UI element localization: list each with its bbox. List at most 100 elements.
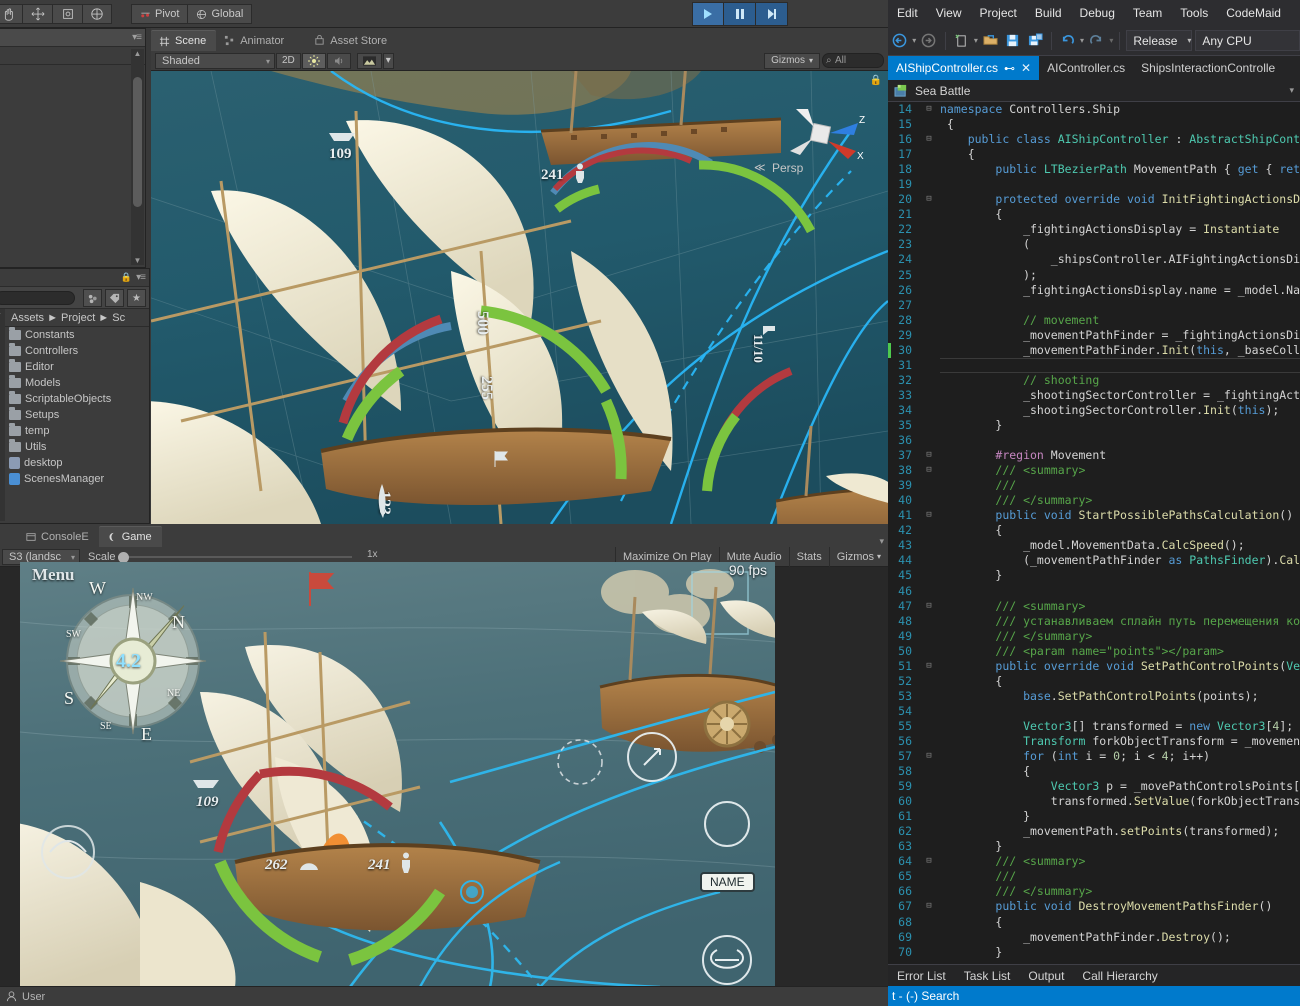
code-editor[interactable]: 14⊟namespace Controllers.Ship15 {16⊟ pub… bbox=[888, 102, 1300, 964]
tab-scene[interactable]: Scene bbox=[151, 30, 216, 51]
code-line[interactable]: 58 { bbox=[888, 764, 1300, 779]
hierarchy-row[interactable]: ActionsLayer bbox=[0, 191, 145, 208]
tab-console[interactable]: ConsoleE bbox=[18, 526, 99, 547]
lighting-icon[interactable] bbox=[302, 53, 326, 69]
scroll-up-icon[interactable]: ▲ bbox=[133, 49, 142, 58]
code-line[interactable]: 29 _movementPathFinder = _fightingAction… bbox=[888, 328, 1300, 343]
tab-aishipcontroller[interactable]: AIShipController.cs ⊷ ✕ bbox=[888, 56, 1039, 80]
save-all-icon[interactable] bbox=[1025, 30, 1044, 52]
code-fold-icon[interactable]: ⊟ bbox=[918, 192, 940, 207]
redo-icon[interactable] bbox=[1087, 30, 1106, 52]
effects-icon[interactable] bbox=[357, 53, 382, 69]
code-line[interactable]: 36 bbox=[888, 433, 1300, 448]
code-line[interactable]: 34 _shootingSectorController.Init(this); bbox=[888, 403, 1300, 418]
code-line[interactable]: 52 { bbox=[888, 674, 1300, 689]
code-line[interactable]: 18 public LTBezierPath MovementPath { ge… bbox=[888, 162, 1300, 177]
list-item[interactable]: Constants bbox=[9, 327, 135, 343]
open-file-icon[interactable] bbox=[981, 30, 1000, 52]
scale-tool-icon[interactable] bbox=[82, 4, 112, 24]
code-line[interactable]: 67⊟ public void DestroyMovementPathsFind… bbox=[888, 899, 1300, 914]
code-line[interactable]: 69 _movementPathFinder.Destroy(); bbox=[888, 930, 1300, 945]
project-nav-label[interactable]: Sea Battle bbox=[915, 84, 970, 98]
list-item[interactable]: Editor bbox=[9, 359, 135, 375]
code-fold-icon[interactable]: ⊟ bbox=[918, 132, 940, 147]
tab-animator[interactable]: Animator bbox=[216, 30, 294, 51]
favorites-star-icon[interactable]: ★ bbox=[127, 289, 146, 307]
code-line[interactable]: 64⊟ /// <summary> bbox=[888, 854, 1300, 869]
audio-icon[interactable] bbox=[327, 53, 351, 69]
filter-type-icon[interactable] bbox=[83, 289, 102, 307]
perspective-label[interactable]: Persp bbox=[772, 161, 803, 175]
platform-dropdown[interactable]: Any CPU bbox=[1195, 30, 1300, 51]
code-line[interactable]: 47⊟ /// <summary> bbox=[888, 599, 1300, 614]
code-line[interactable]: 62 _movementPath.setPoints(transformed); bbox=[888, 824, 1300, 839]
hierarchy-row[interactable]: rget bbox=[0, 115, 145, 132]
code-line[interactable]: 44 (_movementPathFinder as PathsFinder).… bbox=[888, 553, 1300, 568]
hierarchy-menu-icon[interactable]: ▾≡ bbox=[132, 32, 141, 43]
code-fold-icon[interactable]: ⊟ bbox=[918, 102, 940, 117]
menu-team[interactable]: Team bbox=[1124, 0, 1171, 26]
new-item-icon[interactable] bbox=[952, 30, 971, 52]
back-dropdown-icon[interactable]: ▾ bbox=[912, 36, 916, 45]
code-line[interactable]: 14⊟namespace Controllers.Ship bbox=[888, 102, 1300, 117]
pivot-button[interactable]: Pivot bbox=[131, 4, 188, 24]
code-line[interactable]: 19 bbox=[888, 177, 1300, 192]
move-tool-icon[interactable] bbox=[22, 4, 52, 24]
play-button[interactable] bbox=[692, 2, 724, 26]
list-item[interactable]: ScriptableObjects bbox=[9, 391, 135, 407]
effects-dropdown-icon[interactable]: ▾ bbox=[383, 53, 394, 69]
project-scroll-up-icon[interactable]: ▲ bbox=[0, 309, 5, 316]
code-line[interactable]: 45 } bbox=[888, 568, 1300, 583]
rotate-tool-icon[interactable] bbox=[52, 4, 82, 24]
scene-orientation-gizmo[interactable]: Z X Persp ≪ bbox=[778, 89, 866, 179]
list-item[interactable]: Models bbox=[9, 375, 135, 391]
gizmos-button-game[interactable]: Gizmos▾ bbox=[829, 547, 888, 567]
code-line[interactable]: 39 /// bbox=[888, 478, 1300, 493]
game-render-viewport[interactable]: N W S E NW NE SE SW 4.2 Menu 109 262 241… bbox=[20, 562, 775, 987]
panel-call-hierarchy[interactable]: Call Hierarchy bbox=[1073, 969, 1166, 983]
code-fold-icon[interactable]: ⊟ bbox=[918, 854, 940, 869]
code-fold-icon[interactable]: ⊟ bbox=[918, 749, 940, 764]
project-breadcrumb[interactable]: Assets ► Project ► Sc bbox=[0, 309, 149, 327]
panel-error-list[interactable]: Error List bbox=[888, 969, 955, 983]
new-item-dropdown-icon[interactable]: ▾ bbox=[974, 36, 978, 45]
step-button[interactable] bbox=[756, 2, 788, 26]
menu-button[interactable]: Menu bbox=[32, 565, 75, 585]
build-config-dropdown[interactable]: Release▾ bbox=[1126, 30, 1192, 51]
code-line[interactable]: 60 transformed.SetValue(forkObjectTrans bbox=[888, 794, 1300, 809]
menu-debug[interactable]: Debug bbox=[1071, 0, 1124, 26]
code-line[interactable]: 26 _fightingActionsDisplay.name = _model… bbox=[888, 283, 1300, 298]
scene-viewport[interactable]: 109 241 500 255 123 11/10 bbox=[151, 71, 888, 524]
code-line[interactable]: 20⊟ protected override void InitFighting… bbox=[888, 192, 1300, 207]
code-line[interactable]: 46 bbox=[888, 584, 1300, 599]
nav-chevron-down-icon[interactable]: ▾ bbox=[1289, 85, 1294, 96]
code-fold-icon[interactable]: ⊟ bbox=[918, 659, 940, 674]
code-line[interactable]: 61 } bbox=[888, 809, 1300, 824]
project-left-scrollbar[interactable]: ▲ bbox=[0, 309, 5, 521]
code-line[interactable]: 23 ( bbox=[888, 237, 1300, 252]
hierarchy-row[interactable]: er bbox=[0, 174, 145, 191]
code-line[interactable]: 66 /// </summary> bbox=[888, 884, 1300, 899]
list-item[interactable]: ScenesManager bbox=[9, 471, 135, 487]
stats-button[interactable]: Stats bbox=[789, 547, 829, 567]
code-fold-icon[interactable]: ⊟ bbox=[918, 463, 940, 478]
code-line[interactable]: 53 base.SetPathControlPoints(points); bbox=[888, 689, 1300, 704]
hand-tool-icon[interactable] bbox=[0, 4, 22, 24]
code-line[interactable]: 38⊟ /// <summary> bbox=[888, 463, 1300, 478]
shading-mode-dropdown[interactable]: Shaded bbox=[155, 53, 275, 69]
project-menu-icon[interactable]: ▾≡ bbox=[136, 272, 145, 283]
code-line[interactable]: 65 /// bbox=[888, 869, 1300, 884]
code-line[interactable]: 16⊟ public class AIShipController : Abst… bbox=[888, 132, 1300, 147]
code-line[interactable]: 28 // movement bbox=[888, 313, 1300, 328]
hierarchy-scrollbar[interactable]: ▲ ▼ bbox=[131, 49, 144, 265]
code-fold-icon[interactable]: ⊟ bbox=[918, 508, 940, 523]
code-line[interactable]: 30 _movementPathFinder.Init(this, _baseC… bbox=[888, 343, 1300, 358]
code-line[interactable]: 35 } bbox=[888, 418, 1300, 433]
code-line[interactable]: 42 { bbox=[888, 523, 1300, 538]
code-line[interactable]: 15 { bbox=[888, 117, 1300, 132]
list-item[interactable]: Utils bbox=[9, 439, 135, 455]
code-line[interactable]: 24 _shipsController.AIFightingActionsDi bbox=[888, 252, 1300, 267]
lock-icon[interactable]: 🔒 bbox=[121, 272, 132, 283]
code-line[interactable]: 33 _shootingSectorController = _fighting… bbox=[888, 388, 1300, 403]
code-line[interactable]: 32 // shooting bbox=[888, 373, 1300, 388]
